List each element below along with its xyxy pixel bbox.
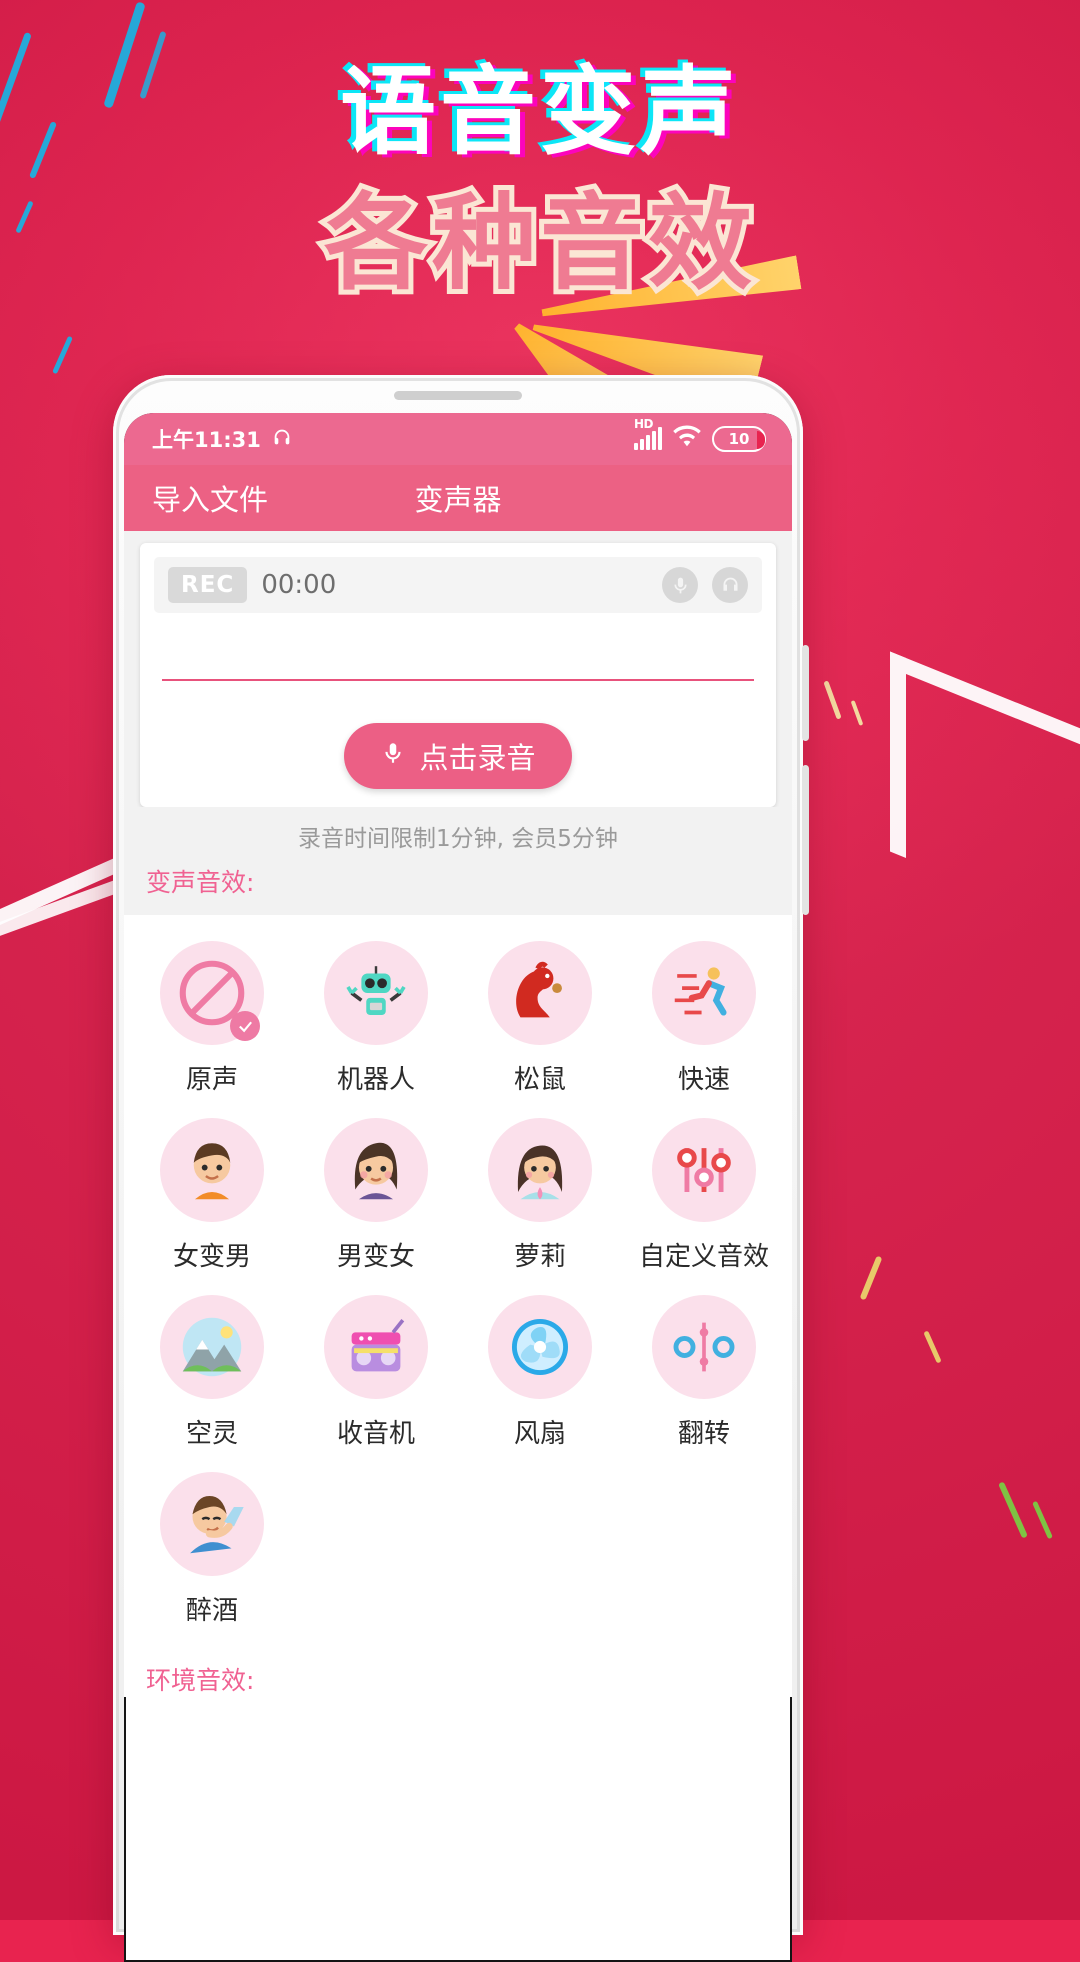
record-limit-note: 录音时间限制1分钟, 会员5分钟: [298, 826, 618, 852]
recorder-card-area: REC 00:00 点击录音: [124, 531, 792, 807]
microphone-icon[interactable]: [662, 567, 698, 603]
girl-face-icon: [488, 1118, 592, 1222]
squirrel-icon: [488, 941, 592, 1045]
effect-item-fast[interactable]: 快速: [622, 933, 786, 1106]
effect-item-custom[interactable]: 自定义音效: [622, 1110, 786, 1283]
effect-label: 女变男: [172, 1242, 251, 1272]
effect-item-male-to-female[interactable]: 男变女: [294, 1110, 458, 1283]
signal-icon: HD: [634, 417, 662, 450]
effect-label: 翻转: [677, 1419, 730, 1449]
drunk-icon: [160, 1472, 264, 1576]
app-header: 导入文件 变声器: [124, 465, 792, 531]
effect-item-squirrel[interactable]: 松鼠: [458, 933, 622, 1106]
status-time: 上午11:31: [152, 428, 261, 452]
promo-headline: 语音变声 各种音效: [0, 56, 1080, 304]
network-type-label: HD: [634, 417, 654, 431]
effect-item-loli[interactable]: 萝莉: [458, 1110, 622, 1283]
effect-grid-spacer: [458, 1464, 622, 1637]
no-effect-icon: [160, 941, 264, 1045]
headphone-icon-monitor[interactable]: [712, 567, 748, 603]
battery-indicator: 10: [712, 426, 766, 452]
recorder-card: REC 00:00 点击录音: [140, 543, 776, 807]
voice-effects-section-label: 变声音效:: [124, 859, 792, 915]
effect-label: 机器人: [336, 1065, 415, 1095]
waveform-area: [154, 613, 762, 691]
phone-side-button: [802, 645, 809, 741]
voice-effects-grid: 原声 机器人 松鼠 快速 女变男 男变女 萝莉 自定义音效 空灵 收音机 风扇 …: [124, 915, 792, 1643]
rec-badge: REC: [168, 567, 248, 603]
effect-item-ethereal[interactable]: 空灵: [130, 1287, 294, 1460]
woman-face-icon: [324, 1118, 428, 1222]
effect-item-reverse[interactable]: 翻转: [622, 1287, 786, 1460]
effect-label: 萝莉: [513, 1242, 566, 1272]
effect-grid-spacer: [622, 1464, 786, 1637]
phone-mockup: 上午11:31 HD 10 导入文件 变声器 REC 00:00 点击录音 录音…: [113, 375, 809, 1962]
effect-item-robot[interactable]: 机器人: [294, 933, 458, 1106]
effect-label: 收音机: [336, 1419, 415, 1449]
effect-label: 松鼠: [513, 1065, 566, 1095]
effect-item-fan[interactable]: 风扇: [458, 1287, 622, 1460]
headphone-icon: [271, 426, 293, 453]
phone-volume-button: [802, 765, 809, 915]
status-bar: 上午11:31 HD 10: [124, 413, 792, 465]
effect-label: 男变女: [336, 1242, 415, 1272]
recorder-status-row: REC 00:00: [154, 557, 762, 613]
promo-title-line1: 语音变声: [340, 56, 740, 168]
reverse-icon: [652, 1295, 756, 1399]
recorder-timer: 00:00: [261, 570, 337, 600]
phone-screen: 上午11:31 HD 10 导入文件 变声器 REC 00:00 点击录音 录音…: [124, 413, 792, 1962]
effect-item-female-to-male[interactable]: 女变男: [130, 1110, 294, 1283]
selected-check-icon: [230, 1011, 260, 1041]
man-face-icon: [160, 1118, 264, 1222]
equalizer-icon: [652, 1118, 756, 1222]
effect-label: 自定义音效: [638, 1242, 769, 1272]
effect-item-drunk[interactable]: 醉酒: [130, 1464, 294, 1637]
effect-label: 空灵: [185, 1419, 238, 1449]
runner-icon: [652, 941, 756, 1045]
effect-item-original[interactable]: 原声: [130, 933, 294, 1106]
record-button-label: 点击录音: [419, 741, 536, 775]
microphone-icon: [380, 739, 406, 773]
ambient-effects-section-label: 环境音效:: [124, 1643, 792, 1697]
robot-icon: [324, 941, 428, 1045]
waveform-baseline: [162, 679, 754, 681]
radio-icon: [324, 1295, 428, 1399]
promo-title-line2: 各种音效: [319, 181, 757, 304]
effect-label: 快速: [677, 1065, 730, 1095]
effect-item-radio[interactable]: 收音机: [294, 1287, 458, 1460]
battery-level-label: 10: [728, 430, 750, 448]
effect-grid-spacer: [294, 1464, 458, 1637]
effect-label: 原声: [185, 1065, 238, 1095]
mountain-icon: [160, 1295, 264, 1399]
record-button[interactable]: 点击录音: [344, 723, 572, 789]
import-file-button[interactable]: 导入文件: [152, 477, 268, 519]
wifi-icon: [673, 425, 701, 453]
effect-label: 醉酒: [185, 1596, 238, 1626]
record-limit-row: 录音时间限制1分钟, 会员5分钟: [124, 807, 792, 859]
fan-icon: [488, 1295, 592, 1399]
effect-label: 风扇: [513, 1419, 566, 1449]
